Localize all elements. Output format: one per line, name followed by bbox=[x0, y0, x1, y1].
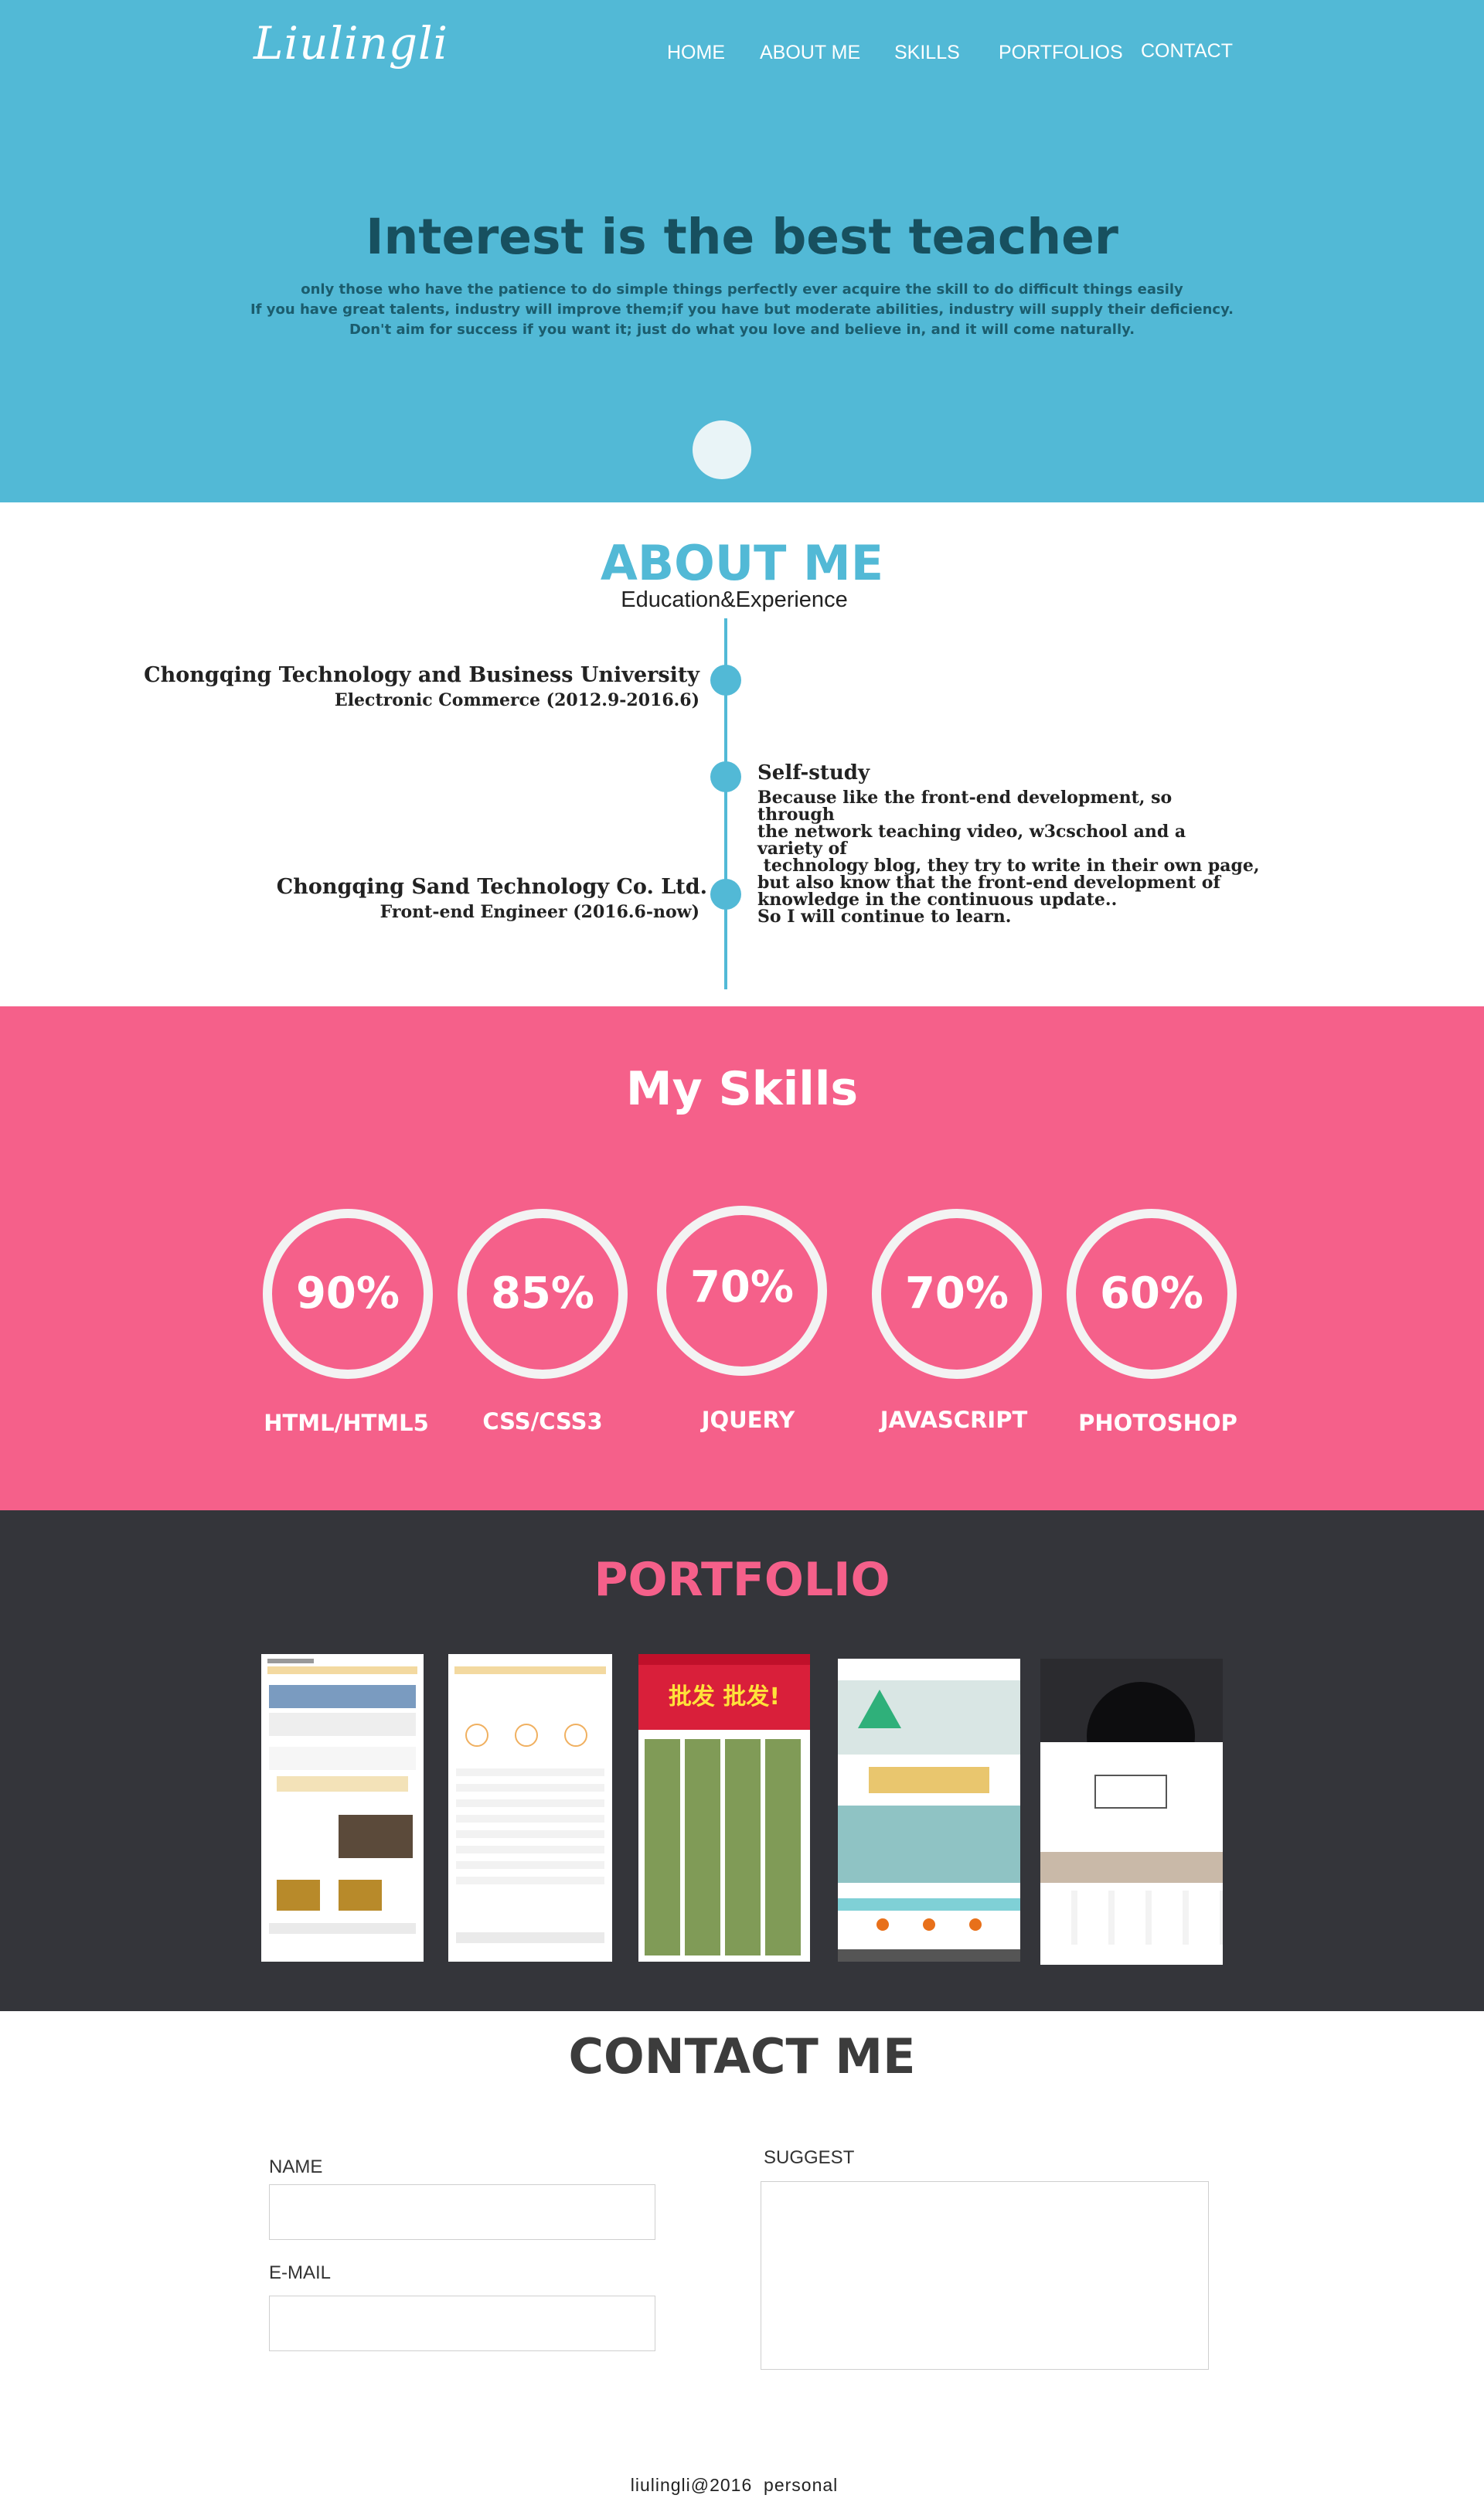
portfolio-thumb-5[interactable] bbox=[1040, 1659, 1223, 1965]
skill-percent: 60% bbox=[1099, 1268, 1204, 1319]
nav-about-me[interactable]: ABOUT ME bbox=[760, 42, 860, 64]
skill-label-html: HTML/HTML5 bbox=[264, 1410, 429, 1436]
thumb-nav bbox=[267, 1666, 417, 1674]
thumb-icons bbox=[277, 1776, 408, 1792]
skill-label-javascript: JAVASCRIPT bbox=[880, 1407, 1028, 1433]
thumb-gallery bbox=[838, 1806, 1020, 1883]
thumb-certificate bbox=[277, 1880, 320, 1911]
hero-quote-3: Don't aim for success if you want it; ju… bbox=[349, 322, 1135, 338]
work-company: Chongqing Sand Technology Co. Ltd. bbox=[276, 875, 707, 899]
skill-percent: 70% bbox=[904, 1268, 1009, 1319]
timeline-dot-education bbox=[710, 665, 741, 696]
thumb-text bbox=[269, 1713, 416, 1736]
self-study-line: the network teaching video, w3cschool an… bbox=[757, 822, 1186, 859]
skill-label-photoshop: PHOTOSHOP bbox=[1078, 1410, 1237, 1436]
portfolio-thumb-4[interactable] bbox=[838, 1659, 1020, 1962]
skill-percent: 70% bbox=[689, 1262, 795, 1312]
name-input[interactable] bbox=[269, 2184, 655, 2240]
footer-text: liulingli@2016 personal bbox=[630, 2475, 839, 2495]
skills-section: My Skills 90% 85% 70% 70% 60% HTML/HTML5… bbox=[0, 1006, 1484, 1510]
work-entry: Chongqing Sand Technology Co. Ltd. Front… bbox=[277, 875, 707, 922]
suggest-textarea[interactable] bbox=[761, 2181, 1209, 2370]
self-study-line: knowledge in the continuous update.. bbox=[757, 890, 1118, 910]
self-study-line: Because like the front-end development, … bbox=[757, 788, 1173, 825]
skill-label-css: CSS/CSS3 bbox=[482, 1408, 603, 1435]
skill-ring-jquery: 70% bbox=[657, 1206, 827, 1376]
thumb-text bbox=[269, 1747, 416, 1770]
hero-quote-2: If you have great talents, industry will… bbox=[250, 301, 1234, 318]
thumb-footer bbox=[269, 1923, 416, 1934]
thumb-icon bbox=[876, 1918, 889, 1931]
work-role: Front-end Engineer (2016.6-now) bbox=[380, 902, 699, 922]
hero-quote-1: only those who have the patience to do s… bbox=[301, 281, 1183, 298]
suggest-label: SUGGEST bbox=[764, 2147, 855, 2168]
self-study-line: technology blog, they try to write in th… bbox=[757, 856, 1260, 876]
thumb-circle bbox=[564, 1724, 587, 1747]
email-label: E-MAIL bbox=[269, 2262, 332, 2283]
portfolio-title: PORTFOLIO bbox=[594, 1553, 890, 1607]
thumb-photos bbox=[1040, 1852, 1223, 1883]
nav-portfolios[interactable]: PORTFOLIOS bbox=[999, 42, 1123, 64]
thumb-logo-shape bbox=[858, 1690, 901, 1728]
thumb-icon bbox=[923, 1918, 935, 1931]
skill-percent: 90% bbox=[295, 1268, 400, 1319]
skill-ring-html: 90% bbox=[263, 1209, 433, 1379]
thumb-nav bbox=[454, 1666, 606, 1674]
skills-title: My Skills bbox=[625, 1062, 859, 1116]
skill-ring-photoshop: 60% bbox=[1067, 1209, 1237, 1379]
email-input[interactable] bbox=[269, 2296, 655, 2351]
thumb-table bbox=[456, 1761, 604, 1892]
thumb-divider bbox=[838, 1898, 1020, 1911]
education-major: Electronic Commerce (2012.9-2016.6) bbox=[334, 690, 699, 710]
self-study-line: So I will continue to learn. bbox=[757, 907, 1012, 927]
nav-home[interactable]: HOME bbox=[667, 42, 725, 64]
portfolio-thumb-2[interactable] bbox=[448, 1654, 612, 1962]
thumb-promo-banner: 批发 批发! bbox=[638, 1665, 810, 1730]
about-section: ABOUT ME Education&Experience Chongqing … bbox=[0, 502, 1484, 1006]
self-study-entry: Self-study Because like the front-end de… bbox=[757, 761, 1260, 927]
thumb-banner bbox=[269, 1685, 416, 1708]
education-entry: Chongqing Technology and Business Univer… bbox=[144, 663, 699, 710]
thumb-footer bbox=[456, 1932, 604, 1943]
skill-percent: 85% bbox=[490, 1268, 595, 1319]
site-logo[interactable]: Liulingli bbox=[254, 17, 448, 70]
skill-ring-javascript: 70% bbox=[872, 1209, 1042, 1379]
name-label: NAME bbox=[269, 2156, 323, 2177]
portfolio-thumb-3[interactable]: 批发 批发! bbox=[638, 1654, 810, 1962]
thumb-products bbox=[645, 1739, 804, 1955]
portfolio-thumb-1[interactable] bbox=[261, 1654, 424, 1962]
thumb-header bbox=[267, 1659, 314, 1663]
thumb-photo bbox=[339, 1815, 413, 1858]
thumb-certificate bbox=[339, 1880, 382, 1911]
contact-section: CONTACT ME NAME E-MAIL SUGGEST bbox=[0, 2011, 1484, 2512]
thumb-circle bbox=[515, 1724, 538, 1747]
contact-title: CONTACT ME bbox=[568, 2028, 916, 2085]
about-subtitle: Education&Experience bbox=[621, 587, 848, 612]
timeline-dot-work bbox=[710, 879, 741, 910]
hero-section: Liulingli HOME ABOUT ME SKILLS PORTFOLIO… bbox=[0, 0, 1484, 502]
self-study-line: but also know that the front-end develop… bbox=[757, 873, 1220, 893]
thumb-list bbox=[1040, 1891, 1223, 1945]
nav-contact[interactable]: CONTACT bbox=[1141, 40, 1233, 63]
timeline-dot-self-study bbox=[710, 761, 741, 792]
thumb-footer bbox=[838, 1949, 1020, 1962]
nav-skills[interactable]: SKILLS bbox=[894, 42, 960, 64]
scroll-down-button[interactable] bbox=[693, 420, 751, 479]
about-title: ABOUT ME bbox=[600, 535, 884, 591]
thumb-topbar bbox=[638, 1654, 810, 1665]
thumb-drinks bbox=[869, 1767, 989, 1793]
self-study-heading: Self-study bbox=[757, 761, 870, 785]
thumb-icon bbox=[969, 1918, 982, 1931]
thumb-device bbox=[1094, 1775, 1167, 1809]
skill-ring-css: 85% bbox=[458, 1209, 628, 1379]
skill-label-jquery: JQUERY bbox=[701, 1407, 795, 1433]
education-school: Chongqing Technology and Business Univer… bbox=[144, 663, 699, 687]
hero-title: Interest is the best teacher bbox=[366, 209, 1118, 265]
thumb-circle bbox=[465, 1724, 488, 1747]
